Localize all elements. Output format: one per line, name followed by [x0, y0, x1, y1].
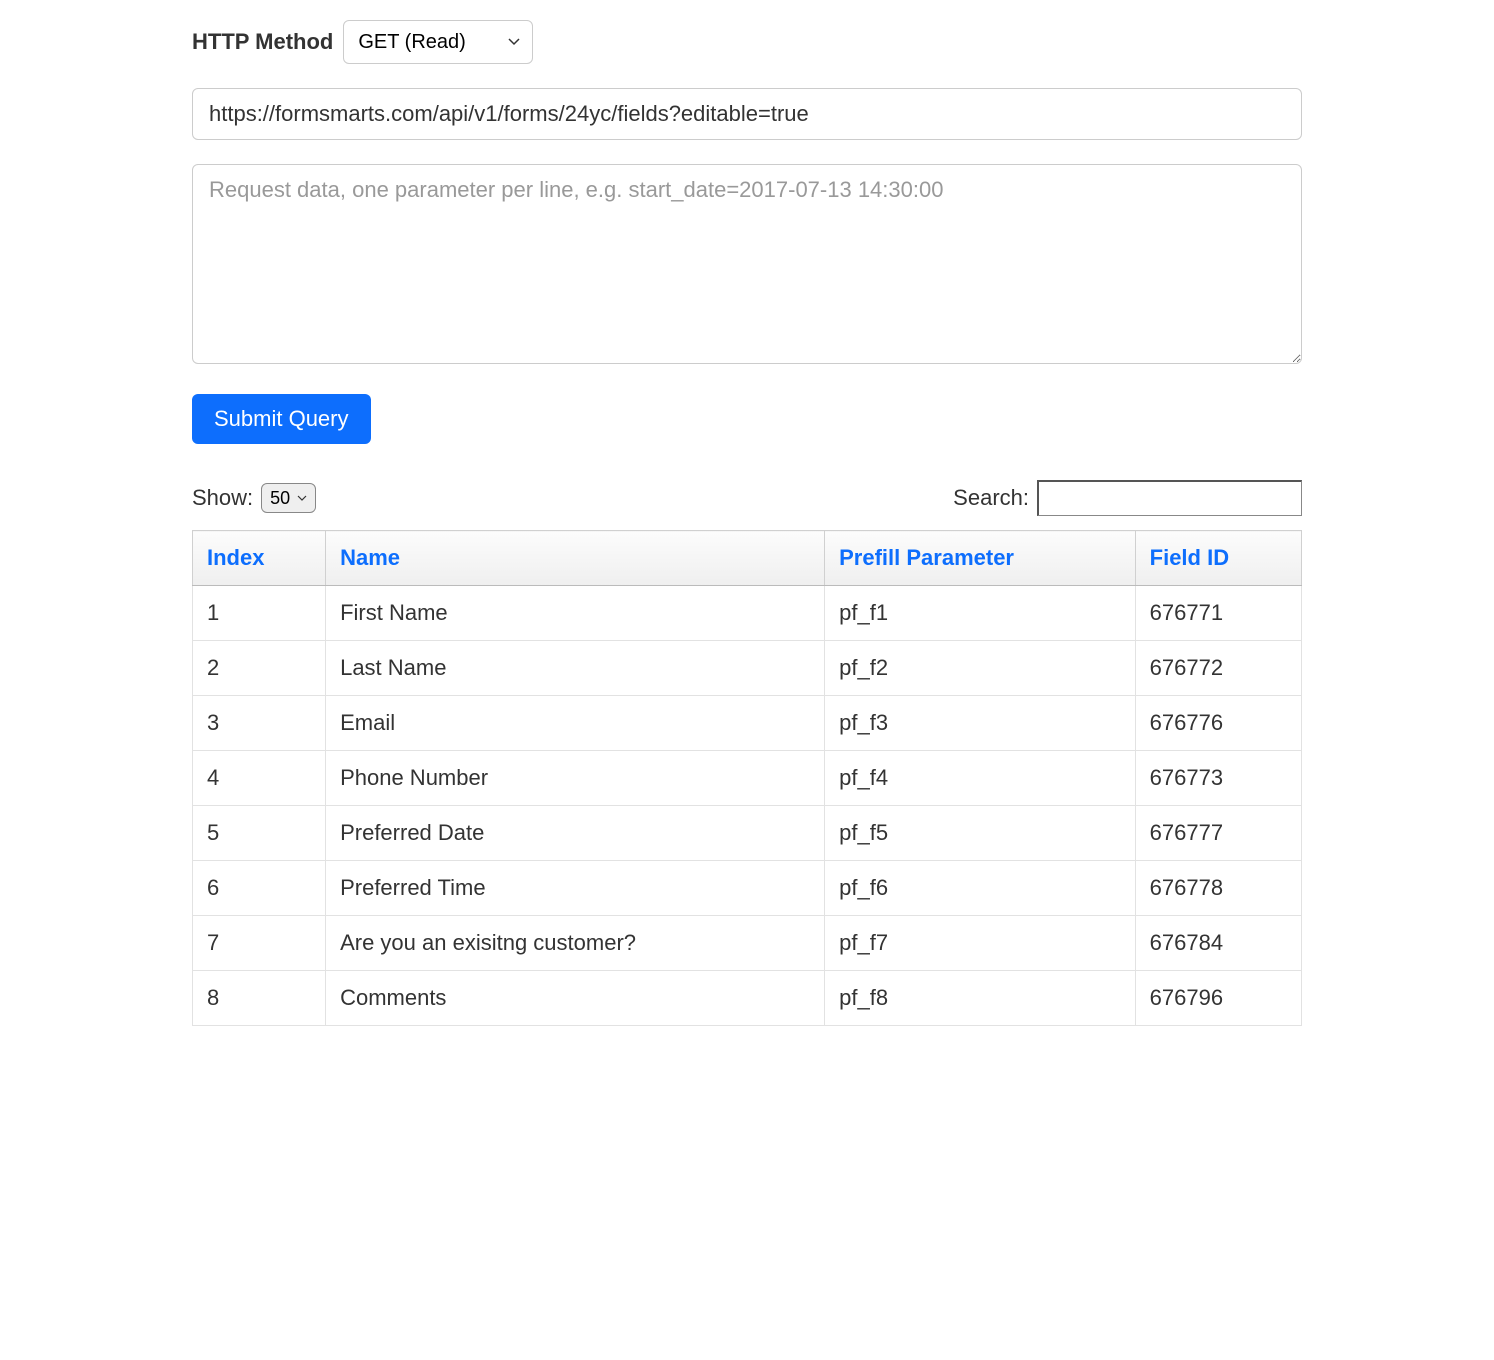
- cell-field_id: 676784: [1135, 916, 1301, 971]
- column-header-prefill[interactable]: Prefill Parameter: [825, 531, 1136, 586]
- cell-name: Preferred Date: [326, 806, 825, 861]
- table-header-row: Index Name Prefill Parameter Field ID: [193, 531, 1302, 586]
- cell-prefill: pf_f6: [825, 861, 1136, 916]
- http-method-row: HTTP Method GET (Read): [192, 20, 1302, 64]
- cell-prefill: pf_f1: [825, 586, 1136, 641]
- cell-field_id: 676771: [1135, 586, 1301, 641]
- cell-field_id: 676777: [1135, 806, 1301, 861]
- request-data-textarea[interactable]: [192, 164, 1302, 364]
- cell-field_id: 676776: [1135, 696, 1301, 751]
- search-input[interactable]: [1037, 480, 1302, 516]
- cell-field_id: 676773: [1135, 751, 1301, 806]
- cell-prefill: pf_f7: [825, 916, 1136, 971]
- cell-name: Comments: [326, 971, 825, 1026]
- cell-index: 3: [193, 696, 326, 751]
- show-group: Show: 50: [192, 483, 316, 513]
- cell-field_id: 676796: [1135, 971, 1301, 1026]
- table-row: 2Last Namepf_f2676772: [193, 641, 1302, 696]
- cell-field_id: 676778: [1135, 861, 1301, 916]
- cell-prefill: pf_f3: [825, 696, 1136, 751]
- column-header-fieldid[interactable]: Field ID: [1135, 531, 1301, 586]
- cell-index: 5: [193, 806, 326, 861]
- table-row: 7Are you an exisitng customer?pf_f767678…: [193, 916, 1302, 971]
- show-label: Show:: [192, 485, 253, 511]
- column-header-index[interactable]: Index: [193, 531, 326, 586]
- table-row: 5Preferred Datepf_f5676777: [193, 806, 1302, 861]
- cell-prefill: pf_f4: [825, 751, 1136, 806]
- submit-query-button[interactable]: Submit Query: [192, 394, 371, 444]
- table-row: 4Phone Numberpf_f4676773: [193, 751, 1302, 806]
- cell-name: Last Name: [326, 641, 825, 696]
- cell-index: 1: [193, 586, 326, 641]
- cell-index: 6: [193, 861, 326, 916]
- search-group: Search:: [953, 480, 1302, 516]
- cell-name: Preferred Time: [326, 861, 825, 916]
- cell-field_id: 676772: [1135, 641, 1301, 696]
- http-method-select[interactable]: GET (Read): [343, 20, 533, 64]
- table-row: 1First Namepf_f1676771: [193, 586, 1302, 641]
- url-input[interactable]: [192, 88, 1302, 140]
- cell-prefill: pf_f5: [825, 806, 1136, 861]
- cell-name: First Name: [326, 586, 825, 641]
- table-controls: Show: 50 Search:: [192, 480, 1302, 516]
- table-row: 6Preferred Timepf_f6676778: [193, 861, 1302, 916]
- cell-prefill: pf_f2: [825, 641, 1136, 696]
- cell-index: 7: [193, 916, 326, 971]
- search-label: Search:: [953, 485, 1029, 511]
- show-select[interactable]: 50: [261, 483, 316, 513]
- cell-index: 8: [193, 971, 326, 1026]
- table-row: 8Commentspf_f8676796: [193, 971, 1302, 1026]
- table-row: 3Emailpf_f3676776: [193, 696, 1302, 751]
- cell-name: Are you an exisitng customer?: [326, 916, 825, 971]
- cell-name: Email: [326, 696, 825, 751]
- cell-index: 4: [193, 751, 326, 806]
- http-method-label: HTTP Method: [192, 29, 333, 55]
- cell-index: 2: [193, 641, 326, 696]
- cell-prefill: pf_f8: [825, 971, 1136, 1026]
- cell-name: Phone Number: [326, 751, 825, 806]
- column-header-name[interactable]: Name: [326, 531, 825, 586]
- results-table: Index Name Prefill Parameter Field ID 1F…: [192, 530, 1302, 1026]
